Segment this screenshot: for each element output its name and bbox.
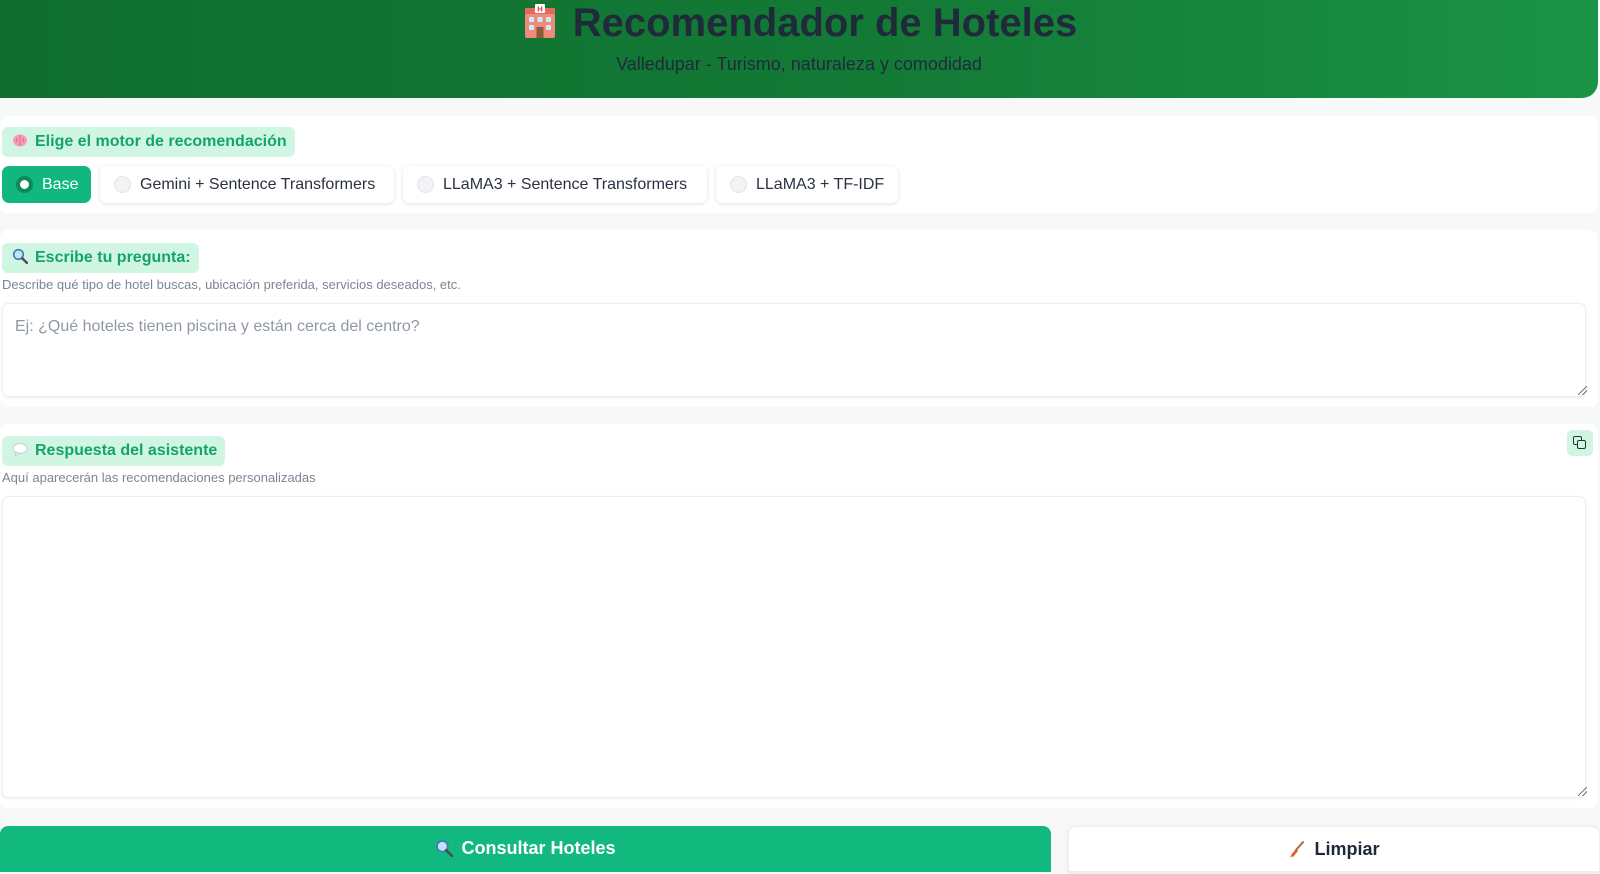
limpiar-button[interactable]: Limpiar xyxy=(1068,826,1600,872)
radio-option-llama3-tfidf[interactable]: LLaMA3 + TF-IDF xyxy=(716,166,898,203)
question-input[interactable] xyxy=(2,303,1586,397)
speech-bubble-icon xyxy=(12,438,28,458)
search-icon xyxy=(12,245,29,265)
hotel-icon: H xyxy=(521,2,559,40)
svg-text:H: H xyxy=(537,6,543,14)
question-hint: Describe qué tipo de hotel buscas, ubica… xyxy=(2,277,461,292)
radio-label: LLaMA3 + Sentence Transformers xyxy=(443,176,688,193)
limpiar-label: Limpiar xyxy=(1314,839,1380,859)
engine-label-chip: Elige el motor de recomendación xyxy=(2,127,295,157)
engine-label: Elige el motor de recomendación xyxy=(35,133,287,150)
answer-label: Respuesta del asistente xyxy=(35,442,218,459)
radio-option-gemini-sentence-transformers[interactable]: Gemini + Sentence Transformers xyxy=(100,166,394,203)
radio-option-llama3-sentence-transformers[interactable]: LLaMA3 + Sentence Transformers xyxy=(403,166,707,203)
copy-button[interactable] xyxy=(1567,430,1593,456)
consultar-hoteles-button[interactable]: Consultar Hoteles xyxy=(0,826,1051,872)
question-label-chip: Escribe tu pregunta: xyxy=(2,243,199,273)
answer-resize-handle[interactable] xyxy=(1578,787,1587,796)
radio-dot xyxy=(730,176,747,193)
answer-output[interactable] xyxy=(2,496,1586,798)
brain-icon xyxy=(12,129,28,147)
search-icon xyxy=(435,829,454,858)
radio-label: Gemini + Sentence Transformers xyxy=(140,176,376,193)
page-title-row: H Recomendador de Hoteles xyxy=(0,0,1598,46)
answer-label-chip: Respuesta del asistente xyxy=(2,436,226,466)
radio-option-base[interactable]: Base xyxy=(2,166,91,203)
radio-dot xyxy=(417,176,434,193)
question-label: Escribe tu pregunta: xyxy=(35,249,191,266)
app-header: H Recomendador de Hoteles Valledupar - T… xyxy=(0,0,1598,98)
question-resize-handle[interactable] xyxy=(1578,386,1587,395)
radio-label: Base xyxy=(42,176,79,193)
broom-icon xyxy=(1288,830,1306,858)
radio-dot xyxy=(114,176,131,193)
page-title: Recomendador de Hoteles xyxy=(572,1,1078,45)
answer-hint: Aquí aparecerán las recomendaciones pers… xyxy=(2,470,316,485)
page-subtitle: Valledupar - Turismo, naturaleza y comod… xyxy=(616,54,982,74)
radio-dot xyxy=(16,176,33,193)
consultar-label: Consultar Hoteles xyxy=(461,838,616,858)
radio-label: LLaMA3 + TF-IDF xyxy=(756,176,885,193)
